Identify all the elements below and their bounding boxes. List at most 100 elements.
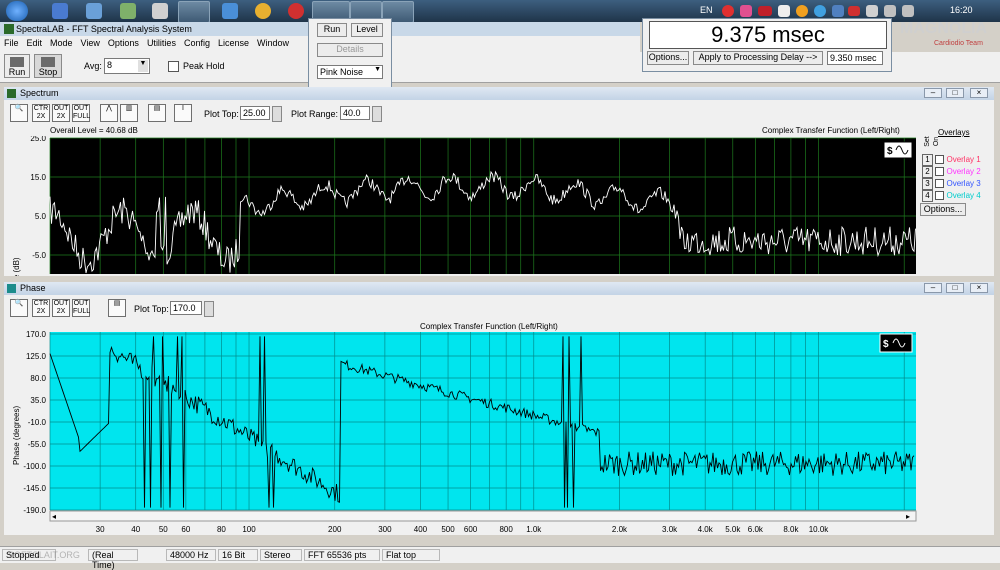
menu-view[interactable]: View [77,36,104,50]
start-orb-icon[interactable] [6,1,28,21]
apply-delay-button[interactable]: Apply to Processing Delay --> [693,51,823,65]
tray-icon[interactable] [722,5,734,17]
spectrum-plot-area[interactable] [50,138,916,274]
phase-plot-area[interactable] [50,332,916,510]
horizontal-scrollbar[interactable] [49,510,917,522]
run-button[interactable]: Run [4,54,30,78]
app-icon[interactable] [52,3,68,19]
avg-select[interactable]: 8 ▼ [104,58,150,74]
tray-icon[interactable] [778,5,790,17]
menu-file[interactable]: File [0,36,23,50]
minimize-button[interactable]: – [924,88,942,98]
plot-range-input[interactable]: 40.0 [340,106,370,120]
menu-window[interactable]: Window [253,36,293,50]
overlay-row[interactable]: 3 Overlay 3 [922,178,981,190]
x-tick-label: 200 [328,525,342,534]
reference-icon[interactable]: $ [883,141,913,159]
overlay-options-button[interactable]: Options... [920,203,966,216]
overlay-checkbox[interactable] [935,179,945,189]
maximize-button[interactable]: □ [946,283,964,293]
overlay-set-button[interactable]: 1 [922,154,933,166]
menu-options[interactable]: Options [104,36,143,50]
peak-hold-checkbox[interactable] [168,61,179,72]
stop-button[interactable]: Stop [34,54,62,78]
flag-icon[interactable] [758,6,772,16]
close-button[interactable]: × [970,88,988,98]
display-options-icon[interactable]: ▤ [108,299,126,317]
processing-delay-field[interactable]: 9.350 msec [827,51,883,65]
maximize-button[interactable]: □ [946,88,964,98]
network-icon[interactable] [884,5,896,17]
app-icon[interactable] [86,3,102,19]
app-icon[interactable] [152,3,168,19]
overlay-checkbox[interactable] [935,191,945,201]
plot-top-spinner[interactable] [272,106,282,122]
x-tick-label: 800 [499,525,513,534]
zoom-out-icon[interactable]: OUT 2X [52,104,70,122]
tray-icon[interactable] [814,5,826,17]
generator-run-button[interactable]: Run [317,23,347,37]
y-tick-label: 25.0 [30,136,46,143]
zoom-in-icon[interactable]: CTR 2X [32,299,50,317]
tray-icon[interactable] [796,5,808,17]
menu-utilities[interactable]: Utilities [143,36,180,50]
app-icon[interactable] [120,3,136,19]
overlay-set-button[interactable]: 3 [922,178,933,190]
taskbar-button-spectralab[interactable] [178,1,210,23]
reference-icon[interactable]: $ [879,333,913,353]
delay-options-button[interactable]: Options... [647,51,689,65]
overlay-row[interactable]: 2 Overlay 2 [922,166,981,178]
overlay-row[interactable]: 4 Overlay 4 [922,190,981,202]
x-tick-label: 400 [414,525,428,534]
phase-plot-top-spinner[interactable] [204,301,214,317]
generator-details-button[interactable]: Details [317,43,383,57]
spectrum-plot[interactable]: 25.015.05.0-5.0 Relative Amplitude (dB) … [0,136,920,276]
cursor-icon[interactable]: I [174,104,192,122]
zoom-full-icon[interactable]: OUT FULL [72,104,90,122]
avg-value: 8 [107,60,113,70]
plot-top-label: Plot Top: [204,109,239,119]
zoom-out-icon[interactable]: OUT 2X [52,299,70,317]
volume-icon[interactable] [902,5,914,17]
close-button[interactable]: × [970,283,988,293]
menu-mode[interactable]: Mode [46,36,77,50]
tray-icon[interactable] [832,5,844,17]
y-tick-label: -100.0 [23,462,46,471]
status-bar: Stopped (Real Time) 48000 Hz 16 Bit Ster… [0,546,1000,570]
menu-config[interactable]: Config [180,36,214,50]
language-indicator[interactable]: EN [700,5,713,15]
watermark-subtitle: Cardiodio Team [934,40,983,47]
phase-plot[interactable]: 170.0 125.0 80.0 35.0 -10.0 -55.0 -100.0 -145.0… [0,330,920,536]
overlay-checkbox[interactable] [935,155,945,165]
flag-icon[interactable] [866,5,878,17]
overlay-set-button[interactable]: 4 [922,190,933,202]
zoom-full-icon[interactable]: OUT FULL [72,299,90,317]
minimize-button[interactable]: – [924,283,942,293]
clock[interactable]: 16:20 [950,5,973,15]
phase-plot-top-input[interactable]: 170.0 [170,301,202,315]
menu-license[interactable]: License [214,36,253,50]
scroll-right-icon[interactable]: ▸ [906,512,910,521]
display-options-icon[interactable]: ▤ [148,104,166,122]
generator-level-button[interactable]: Level [351,23,383,37]
overlay-label: Overlay 1 [946,155,981,164]
signal-select[interactable]: Pink Noise ▼ [317,65,383,79]
app-icon[interactable] [222,3,238,19]
menu-edit[interactable]: Edit [23,36,47,50]
zoom-icon[interactable]: 🔍 [10,299,28,317]
bar-graph-icon[interactable]: ▥ [120,104,138,122]
y-tick-label: 35.0 [30,396,46,405]
line-graph-icon[interactable]: ⋀ [100,104,118,122]
zoom-in-icon[interactable]: CTR 2X [32,104,50,122]
tray-icon[interactable] [848,6,860,16]
tray-icon[interactable] [740,5,752,17]
overlay-row[interactable]: 1 Overlay 1 [922,154,981,166]
zoom-icon[interactable]: 🔍 [10,104,28,122]
overlay-checkbox[interactable] [935,167,945,177]
browser-icon[interactable] [255,3,271,19]
plot-top-input[interactable]: 25.00 [240,106,270,120]
plot-range-spinner[interactable] [372,106,382,122]
overlay-set-button[interactable]: 2 [922,166,933,178]
scroll-left-icon[interactable]: ◂ [52,512,56,521]
app-icon[interactable] [288,3,304,19]
